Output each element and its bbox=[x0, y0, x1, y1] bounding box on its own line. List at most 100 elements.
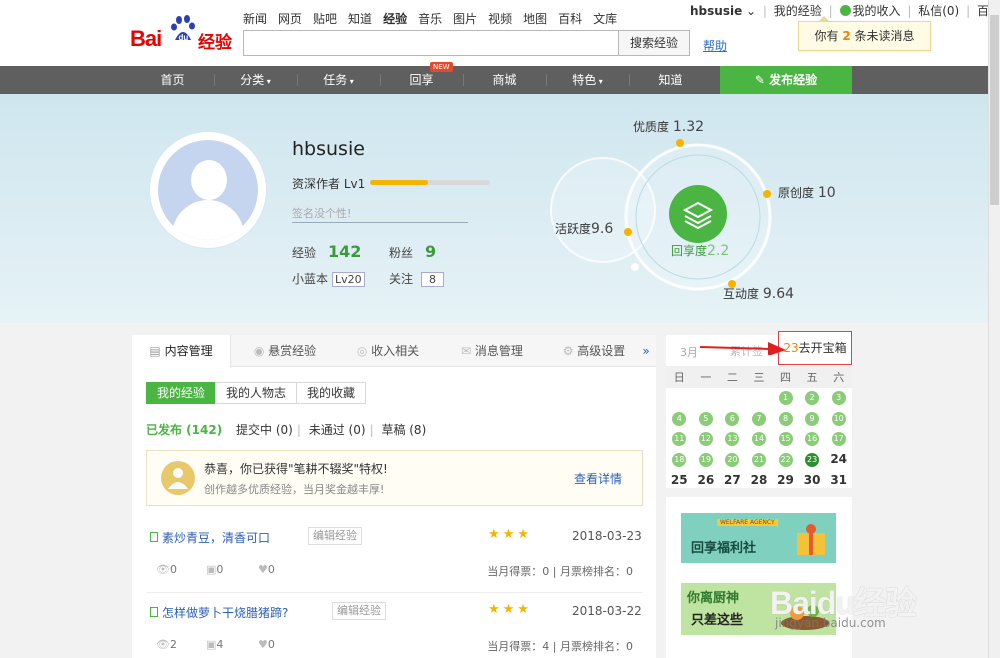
signed-day[interactable]: 15 bbox=[778, 432, 793, 447]
calendar-day: 1 bbox=[772, 388, 799, 409]
follow-count[interactable]: 8 bbox=[421, 272, 445, 287]
mainnav-mall[interactable]: 商城 bbox=[463, 66, 546, 94]
weekday-label: 日 bbox=[666, 367, 693, 388]
edit-experience-button[interactable]: 编辑经验 bbox=[332, 602, 386, 620]
signed-day[interactable]: 13 bbox=[725, 432, 740, 447]
nav-image[interactable]: 图片 bbox=[453, 10, 483, 27]
fans-value[interactable]: 9 bbox=[425, 242, 436, 261]
filter-published[interactable]: 已发布 (142) bbox=[146, 423, 222, 437]
filter-rejected[interactable]: 未通过 (0) bbox=[309, 423, 366, 437]
chef-ad-line1: 你离厨神 bbox=[687, 591, 740, 606]
scrollbar-thumb[interactable] bbox=[990, 15, 999, 205]
tab-advanced[interactable]: ⚙ 高级设置 bbox=[546, 335, 642, 367]
signed-day[interactable]: 20 bbox=[725, 452, 740, 467]
nav-jingyan[interactable]: 经验 bbox=[383, 10, 413, 27]
mainnav-featured-label: 特色 bbox=[572, 73, 597, 87]
search-input[interactable] bbox=[243, 30, 619, 56]
subtab-my-favorites[interactable]: 我的收藏 bbox=[296, 382, 367, 404]
my-income-link[interactable]: 我的收入 bbox=[853, 4, 901, 18]
mainnav-featured[interactable]: 特色 ▾ bbox=[546, 66, 629, 94]
mainnav-category[interactable]: 分类 ▾ bbox=[214, 66, 297, 94]
signature-input[interactable]: 签名没个性! bbox=[292, 205, 468, 223]
unsigned-day[interactable]: 27 bbox=[724, 473, 741, 487]
nav-zhidao[interactable]: 知道 bbox=[348, 10, 378, 27]
signed-day[interactable]: 22 bbox=[778, 452, 793, 467]
unsigned-day[interactable]: 26 bbox=[697, 473, 714, 487]
header: Bai du 经验 新闻 网页 贴吧 知道 经验 音乐 图片 视频 地图 百科 … bbox=[0, 0, 1000, 66]
level-progress-bar bbox=[370, 180, 490, 185]
signed-day[interactable]: 6 bbox=[725, 411, 740, 426]
gift-icon bbox=[797, 524, 825, 555]
tabs-more-button[interactable]: » bbox=[638, 335, 654, 367]
subtab-my-experience[interactable]: 我的经验 bbox=[146, 382, 217, 404]
welfare-ad-banner[interactable]: WELFARE AGENCY 回享福利社 bbox=[681, 513, 836, 563]
nav-baike[interactable]: 百科 bbox=[558, 10, 588, 27]
nav-map[interactable]: 地图 bbox=[523, 10, 553, 27]
level-title: 资深作者 Lv1 bbox=[292, 177, 366, 191]
unsigned-day[interactable]: 25 bbox=[671, 473, 688, 487]
signed-day[interactable]: 16 bbox=[805, 432, 820, 447]
tab-income[interactable]: ◎ 收入相关 bbox=[340, 335, 436, 367]
article-title[interactable]: 怎样做萝卜干烧腊猪蹄? bbox=[162, 604, 288, 621]
signed-day[interactable]: 2 bbox=[805, 391, 820, 406]
signed-day[interactable]: 17 bbox=[831, 432, 846, 447]
signed-day[interactable]: 10 bbox=[831, 411, 846, 426]
nav-wenku[interactable]: 文库 bbox=[593, 10, 623, 27]
signed-day[interactable]: 19 bbox=[698, 452, 713, 467]
nav-tieba[interactable]: 贴吧 bbox=[313, 10, 343, 27]
vertical-scrollbar[interactable] bbox=[988, 0, 1000, 658]
my-experience-link[interactable]: 我的经验 bbox=[774, 4, 822, 18]
unsigned-day[interactable]: 29 bbox=[777, 473, 794, 487]
tab-label: 内容管理 bbox=[164, 344, 213, 358]
signed-day[interactable]: 8 bbox=[778, 411, 793, 426]
calendar-day bbox=[719, 388, 746, 409]
nav-music[interactable]: 音乐 bbox=[418, 10, 448, 27]
subtab-my-people[interactable]: 我的人物志 bbox=[215, 382, 298, 404]
signed-day[interactable]: 12 bbox=[698, 432, 713, 447]
eye-icon: 👁 bbox=[156, 563, 170, 576]
signed-day[interactable]: 7 bbox=[751, 411, 766, 426]
huixiang-icon[interactable] bbox=[669, 185, 727, 243]
view-details-link[interactable]: 查看详情 bbox=[574, 470, 622, 487]
username-menu[interactable]: hbsusie bbox=[690, 4, 742, 18]
original-score: 原创度 10 bbox=[778, 184, 836, 201]
nav-video[interactable]: 视频 bbox=[488, 10, 518, 27]
edit-experience-button[interactable]: 编辑经验 bbox=[308, 527, 362, 545]
signed-day[interactable]: 4 bbox=[672, 411, 687, 426]
unsigned-day[interactable]: 28 bbox=[751, 473, 768, 487]
tab-messages[interactable]: ✉ 消息管理 bbox=[444, 335, 540, 367]
signed-day[interactable]: 11 bbox=[672, 432, 687, 447]
unsigned-day[interactable]: 30 bbox=[804, 473, 821, 487]
avatar[interactable] bbox=[150, 132, 266, 248]
unsigned-day[interactable]: 31 bbox=[830, 473, 847, 487]
help-link[interactable]: 帮助 bbox=[703, 37, 727, 54]
signed-day[interactable]: 1 bbox=[778, 391, 793, 406]
signed-day[interactable]: 14 bbox=[751, 432, 766, 447]
signed-day[interactable]: 21 bbox=[751, 452, 766, 467]
filter-draft[interactable]: 草稿 (8) bbox=[381, 423, 426, 437]
bluebook-level[interactable]: Lv20 bbox=[332, 272, 365, 287]
unread-notice[interactable]: 你有 2 条未读消息 bbox=[798, 16, 931, 51]
tab-content-management[interactable]: ▤ 内容管理 bbox=[132, 335, 231, 368]
messages-link[interactable]: 私信(0) bbox=[918, 4, 959, 18]
weekday-label: 六 bbox=[825, 367, 852, 388]
baidu-jingyan-logo[interactable]: Bai du 经验 bbox=[130, 14, 235, 53]
signed-day[interactable]: 23 bbox=[805, 452, 820, 467]
signed-day[interactable]: 3 bbox=[831, 391, 846, 406]
search-button[interactable]: 搜索经验 bbox=[618, 30, 690, 56]
filter-submitting[interactable]: 提交中 (0) bbox=[236, 423, 293, 437]
mainnav-home[interactable]: 首页 bbox=[131, 66, 214, 94]
mainnav-task[interactable]: 任务 ▾ bbox=[297, 66, 380, 94]
publish-experience-button[interactable]: ✎ 发布经验 bbox=[720, 66, 852, 94]
tab-bounty[interactable]: ◉ 悬赏经验 bbox=[237, 335, 333, 367]
nav-news[interactable]: 新闻 bbox=[243, 10, 273, 27]
signed-day[interactable]: 5 bbox=[698, 411, 713, 426]
mainnav-zhidao[interactable]: 知道 bbox=[629, 66, 712, 94]
article-title[interactable]: 素炒青豆，清香可口 bbox=[162, 529, 270, 546]
exp-value[interactable]: 142 bbox=[328, 242, 361, 261]
signed-day[interactable]: 18 bbox=[672, 452, 687, 467]
nav-web[interactable]: 网页 bbox=[278, 10, 308, 27]
signed-day[interactable]: 9 bbox=[805, 411, 820, 426]
divider: | bbox=[762, 4, 767, 18]
unsigned-day[interactable]: 24 bbox=[830, 452, 847, 466]
